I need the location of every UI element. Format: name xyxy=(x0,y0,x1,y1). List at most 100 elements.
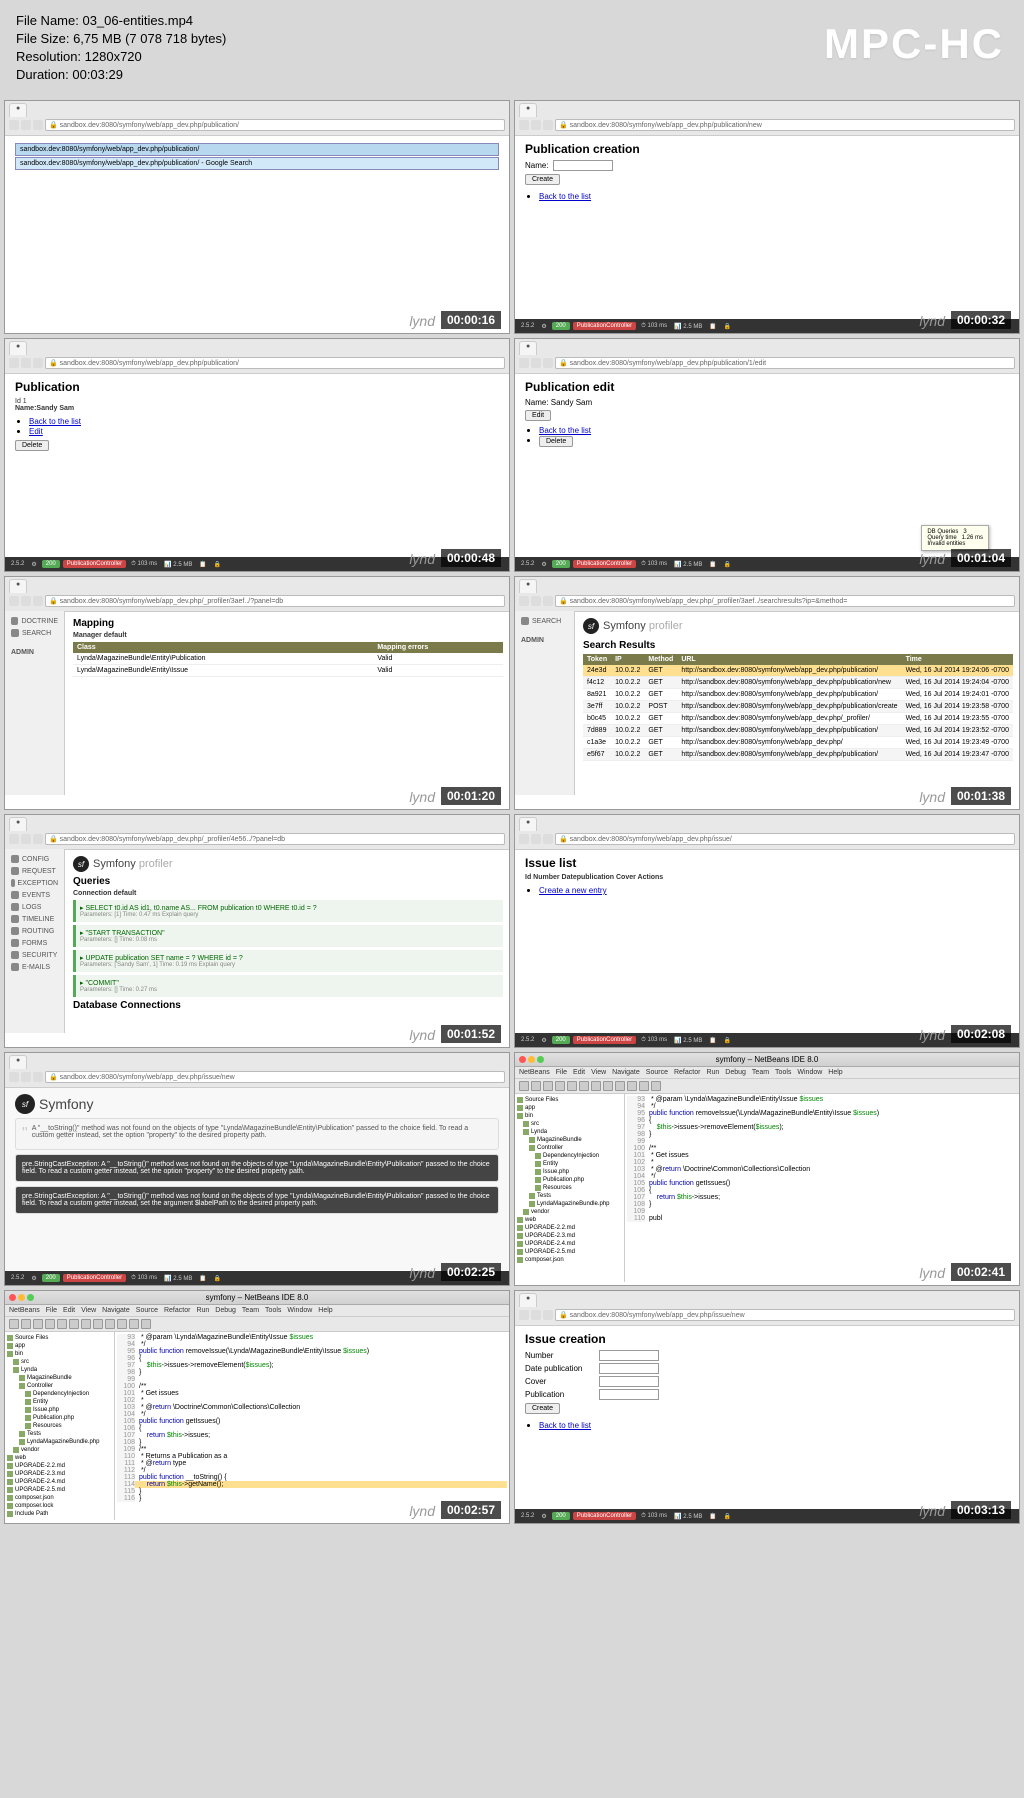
menu-item[interactable]: Refactor xyxy=(674,1069,700,1076)
tree-item[interactable]: DependencyInjection xyxy=(517,1152,622,1160)
toolbar-button[interactable] xyxy=(555,1081,565,1091)
back-button[interactable] xyxy=(519,120,529,130)
tree-item[interactable]: Entity xyxy=(7,1398,112,1406)
tree-item[interactable]: Issue.php xyxy=(517,1168,622,1176)
menu-item[interactable]: Source xyxy=(646,1069,668,1076)
back-button[interactable] xyxy=(519,358,529,368)
menu-item[interactable]: View xyxy=(81,1307,96,1314)
tree-item[interactable]: LyndaMagazineBundle.php xyxy=(7,1438,112,1446)
menu-item[interactable]: Run xyxy=(706,1069,719,1076)
menu-item[interactable]: Debug xyxy=(215,1307,236,1314)
back-button[interactable] xyxy=(519,596,529,606)
table-row[interactable]: 8a92110.0.2.2GEThttp://sandbox.dev:8080/… xyxy=(583,689,1013,701)
menu-item[interactable]: Tools xyxy=(265,1307,281,1314)
edit-button[interactable]: Edit xyxy=(525,410,551,421)
forward-button[interactable] xyxy=(531,120,541,130)
tree-item[interactable]: Publication.php xyxy=(517,1176,622,1184)
back-button[interactable] xyxy=(9,120,19,130)
tree-item[interactable]: src xyxy=(7,1358,112,1366)
tree-item[interactable]: composer.json xyxy=(7,1494,112,1502)
menu-item[interactable]: Team xyxy=(242,1307,259,1314)
reload-button[interactable] xyxy=(33,834,43,844)
toolbar-button[interactable] xyxy=(519,1081,529,1091)
dropdown-item[interactable]: sandbox.dev:8080/symfony/web/app_dev.php… xyxy=(15,143,499,156)
tree-item[interactable]: Resources xyxy=(7,1422,112,1430)
tree-item[interactable]: Publication.php xyxy=(7,1414,112,1422)
tree-item[interactable]: Tests xyxy=(7,1430,112,1438)
forward-button[interactable] xyxy=(21,1072,31,1082)
menu-item[interactable]: File xyxy=(556,1069,567,1076)
reload-button[interactable] xyxy=(33,358,43,368)
delete-button[interactable]: Delete xyxy=(15,440,49,451)
toolbar-button[interactable] xyxy=(603,1081,613,1091)
browser-tab[interactable]: ● xyxy=(9,341,27,355)
sidebar-item[interactable]: DOCTRINE xyxy=(9,615,60,627)
sidebar-item[interactable]: ROUTING xyxy=(9,925,60,937)
sidebar-item[interactable]: SECURITY xyxy=(9,949,60,961)
forward-button[interactable] xyxy=(21,358,31,368)
table-row[interactable]: 3e7ff10.0.2.2POSThttp://sandbox.dev:8080… xyxy=(583,701,1013,713)
reload-button[interactable] xyxy=(33,596,43,606)
toolbar-button[interactable] xyxy=(543,1081,553,1091)
toolbar-button[interactable] xyxy=(651,1081,661,1091)
menu-item[interactable]: Help xyxy=(318,1307,332,1314)
menu-item[interactable]: Debug xyxy=(725,1069,746,1076)
toolbar-button[interactable] xyxy=(579,1081,589,1091)
back-link[interactable]: Back to the list xyxy=(539,426,591,435)
tree-item[interactable]: bin xyxy=(517,1112,622,1120)
close-icon[interactable] xyxy=(519,1056,526,1063)
minimize-icon[interactable] xyxy=(18,1294,25,1301)
toolbar-button[interactable] xyxy=(81,1319,91,1329)
form-input[interactable] xyxy=(599,1376,659,1387)
menu-item[interactable]: File xyxy=(46,1307,57,1314)
toolbar-button[interactable] xyxy=(21,1319,31,1329)
reload-button[interactable] xyxy=(543,1310,553,1320)
menu-item[interactable]: View xyxy=(591,1069,606,1076)
toolbar-button[interactable] xyxy=(105,1319,115,1329)
reload-button[interactable] xyxy=(543,596,553,606)
toolbar-button[interactable] xyxy=(531,1081,541,1091)
menu-item[interactable]: Refactor xyxy=(164,1307,190,1314)
menu-item[interactable]: Tools xyxy=(775,1069,791,1076)
create-link[interactable]: Create a new entry xyxy=(539,886,607,895)
tree-item[interactable]: UPGRADE-2.5.md xyxy=(7,1486,112,1494)
tree-item[interactable]: composer.lock xyxy=(7,1502,112,1510)
delete-button[interactable]: Delete xyxy=(539,436,573,447)
reload-button[interactable] xyxy=(543,834,553,844)
menu-item[interactable]: Help xyxy=(828,1069,842,1076)
browser-tab[interactable]: ● xyxy=(9,103,27,117)
link[interactable]: Edit xyxy=(29,427,43,436)
menu-item[interactable]: Edit xyxy=(63,1307,75,1314)
tree-item[interactable]: Resources xyxy=(517,1184,622,1192)
sidebar-item[interactable]: CONFIG xyxy=(9,853,60,865)
name-input[interactable] xyxy=(553,160,613,171)
back-button[interactable] xyxy=(519,1310,529,1320)
menu-item[interactable]: NetBeans xyxy=(9,1307,40,1314)
address-bar[interactable]: 🔒 sandbox.dev:8080/symfony/web/app_dev.p… xyxy=(555,119,1015,131)
table-row[interactable]: c1a3e10.0.2.2GEThttp://sandbox.dev:8080/… xyxy=(583,737,1013,749)
menu-item[interactable]: NetBeans xyxy=(519,1069,550,1076)
back-button[interactable] xyxy=(9,834,19,844)
browser-tab[interactable]: ● xyxy=(9,579,27,593)
menu-item[interactable]: Source xyxy=(136,1307,158,1314)
reload-button[interactable] xyxy=(33,120,43,130)
forward-button[interactable] xyxy=(531,596,541,606)
toolbar-button[interactable] xyxy=(567,1081,577,1091)
form-input[interactable] xyxy=(599,1363,659,1374)
sidebar-item[interactable]: FORMS xyxy=(9,937,60,949)
menu-item[interactable]: Window xyxy=(797,1069,822,1076)
menu-item[interactable]: Edit xyxy=(573,1069,585,1076)
browser-tab[interactable]: ● xyxy=(519,817,537,831)
forward-button[interactable] xyxy=(21,120,31,130)
table-row[interactable]: b0c4510.0.2.2GEThttp://sandbox.dev:8080/… xyxy=(583,713,1013,725)
address-bar[interactable]: 🔒 sandbox.dev:8080/symfony/web/app_dev.p… xyxy=(45,595,505,607)
tree-item[interactable]: vendor xyxy=(7,1446,112,1454)
tree-item[interactable]: UPGRADE-2.2.md xyxy=(7,1462,112,1470)
reload-button[interactable] xyxy=(543,120,553,130)
forward-button[interactable] xyxy=(21,834,31,844)
toolbar-button[interactable] xyxy=(129,1319,139,1329)
link[interactable]: Back to the list xyxy=(29,417,81,426)
toolbar-button[interactable] xyxy=(639,1081,649,1091)
table-row[interactable]: 24e3d10.0.2.2GEThttp://sandbox.dev:8080/… xyxy=(583,665,1013,677)
maximize-icon[interactable] xyxy=(537,1056,544,1063)
